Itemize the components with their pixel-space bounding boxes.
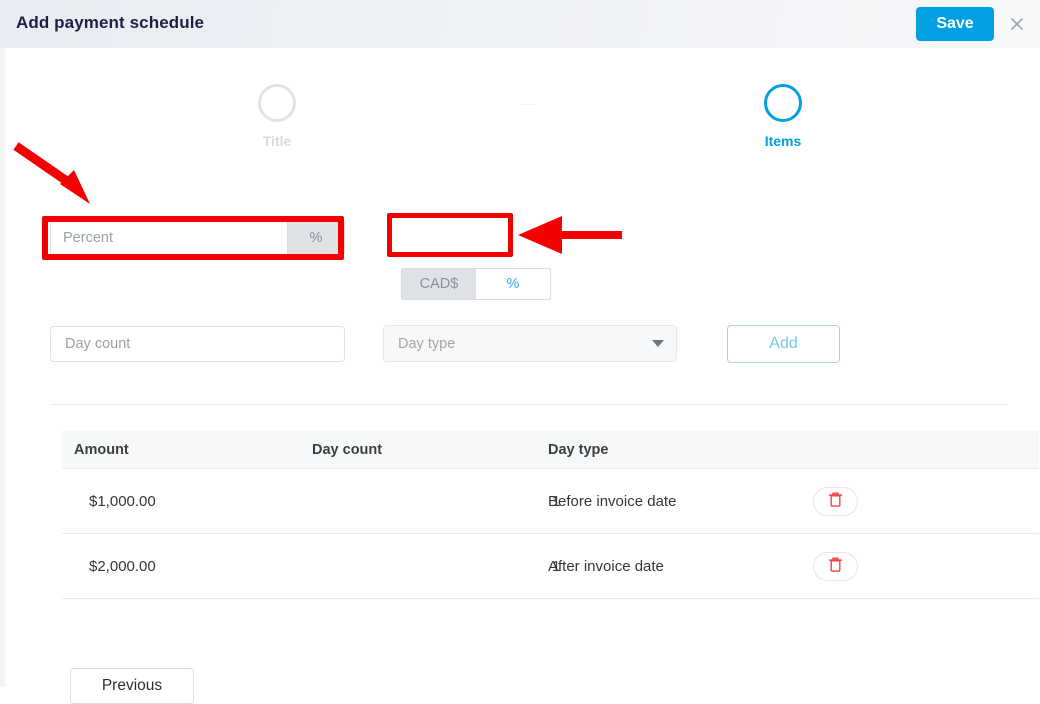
stepper-step-items[interactable]: Items (723, 84, 843, 149)
cell-actions (798, 533, 1039, 599)
dialog-header: Add payment schedule Save (0, 0, 1040, 48)
dialog-body: Title Items % CAD$ % Day type Add Amount… (0, 48, 1040, 704)
step-circle-icon (258, 84, 296, 122)
toggle-option-cad[interactable]: CAD$ (402, 269, 476, 299)
day-type-selected-value: Day type (398, 335, 456, 352)
column-header-actions (798, 431, 1039, 469)
table-row: $2,000.00 1 After invoice date (62, 533, 1039, 599)
toggle-option-percent[interactable]: % (476, 269, 550, 299)
cell-amount: $1,000.00 (62, 468, 300, 534)
delete-row-button[interactable] (813, 551, 858, 581)
payment-schedule-table: Amount Day count Day type $1,000.00 1 Be… (62, 431, 1039, 599)
table-row: $1,000.00 1 Before invoice date (62, 468, 1039, 534)
stepper-step-label: Title (262, 133, 292, 149)
currency-unit-toggle[interactable]: CAD$ % (401, 268, 551, 300)
percent-input[interactable] (51, 221, 287, 255)
save-button[interactable]: Save (916, 7, 994, 41)
trash-icon (828, 491, 843, 511)
percent-unit-addon: % (287, 221, 344, 255)
cell-day-type: After invoice date (536, 533, 798, 599)
table-header-row: Amount Day count Day type (62, 431, 1039, 469)
percent-input-group: % (50, 220, 345, 256)
day-count-input[interactable] (50, 326, 345, 362)
wizard-stepper: Title Items (5, 84, 1040, 164)
day-type-select[interactable]: Day type (383, 325, 677, 362)
previous-button[interactable]: Previous (70, 668, 194, 704)
close-icon[interactable] (1004, 11, 1030, 37)
stepper-step-label: Items (764, 133, 802, 149)
step-circle-icon (764, 84, 802, 122)
cell-day-count: 1 (300, 533, 560, 599)
cell-actions (798, 468, 1039, 534)
cell-day-type: Before invoice date (536, 468, 798, 534)
trash-icon (828, 556, 843, 576)
section-divider (50, 404, 1008, 405)
delete-row-button[interactable] (813, 486, 858, 516)
stepper-step-title[interactable]: Title (217, 84, 337, 149)
cell-amount: $2,000.00 (62, 533, 300, 599)
cell-day-count: 1 (300, 468, 560, 534)
column-header-amount: Amount (62, 431, 300, 469)
add-button[interactable]: Add (727, 325, 840, 363)
page-title: Add payment schedule (16, 13, 205, 32)
stepper-connector (521, 104, 535, 105)
column-header-day-type: Day type (536, 431, 798, 469)
chevron-down-icon (652, 340, 664, 347)
column-header-day-count: Day count (300, 431, 536, 469)
